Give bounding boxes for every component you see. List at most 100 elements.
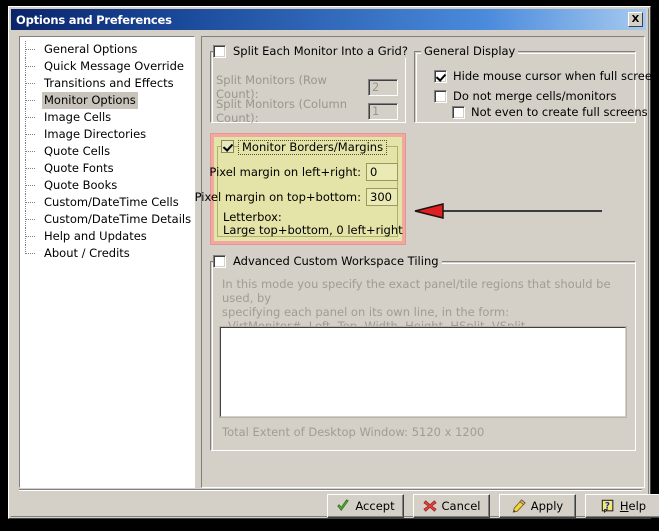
advanced-tiling-checkbox[interactable] [213,255,226,268]
sidebar-item-label: Monitor Options [42,92,138,109]
button-label: Apply [530,499,564,513]
sidebar-item-about-credits[interactable]: About / Credits [20,245,194,262]
advanced-tiling-checkbox-wrap[interactable] [213,255,226,269]
tree-connector-icon [25,194,38,211]
sidebar-item-label: About / Credits [44,246,130,260]
tree-connector-icon [25,75,38,92]
letterbox-note: Letterbox: Large top+bottom, 0 left+righ… [223,211,403,237]
hide-cursor-row[interactable]: Hide mouse cursor when full screen [434,69,659,83]
tiling-definition-textarea[interactable] [221,328,625,416]
sidebar-item-monitor-options[interactable]: Monitor Options [20,92,194,109]
general-display-group: General Display Hide mouse cursor when f… [414,45,659,123]
left-right-margin-label: Pixel margin on left+right: [209,165,361,179]
hide-cursor-checkbox[interactable] [434,69,447,83]
sidebar-item-quick-message-override[interactable]: Quick Message Override [20,58,194,75]
options-dialog: Options and Preferences X General Option… [8,6,659,519]
question-icon: ? [601,499,615,514]
x-icon [422,499,437,513]
help-button[interactable]: ? Help [585,494,659,518]
sidebar-item-quote-cells[interactable]: Quote Cells [20,143,194,160]
left-right-margin-row: Pixel margin on left+right: [209,163,398,181]
tree-connector-icon [25,126,38,143]
dialog-button-bar: Accept Cancel Apply? Help [327,494,659,518]
letterbox-note-line2: Large top+bottom, 0 left+right [223,223,403,237]
sidebar-item-label: Quote Fonts [44,161,114,175]
split-monitor-group: Split Each Monitor Into a Grid? Split Mo… [210,45,411,125]
tree-connector-icon [25,109,38,126]
window-title: Options and Preferences [16,12,172,27]
sidebar-item-general-options[interactable]: General Options [20,41,194,58]
total-extent-label: Total Extent of Desktop Window: 5120 x 1… [222,425,485,439]
column-count-label: Split Monitors (Column Count): [216,97,348,125]
button-label: Help [619,499,647,513]
top-bottom-margin-row: Pixel margin on top+bottom: [195,188,398,206]
tree-connector-icon [25,92,38,109]
help-line-1: In this mode you specify the exact panel… [222,277,611,305]
sidebar-item-label: Image Directories [44,127,147,141]
top-bottom-margin-input[interactable] [366,188,398,206]
monitor-borders-highlight: Monitor Borders/Margins Pixel margin on … [195,133,406,245]
sidebar-item-custom-datetime-cells[interactable]: Custom/DateTime Cells [20,194,194,211]
sidebar-item-quote-books[interactable]: Quote Books [20,177,194,194]
tree-connector-icon [25,143,38,160]
button-label: Cancel [441,499,481,513]
tree-connector-icon [25,160,38,177]
button-label: Accept [355,499,395,513]
tree-connector-icon [25,245,38,262]
sidebar-item-image-directories[interactable]: Image Directories [20,126,194,143]
not-even-row[interactable]: Not even to create full screens [452,105,648,119]
no-merge-label: Do not merge cells/monitors [453,89,617,103]
general-display-group-title: General Display [421,45,519,58]
no-merge-row[interactable]: Do not merge cells/monitors [434,89,617,103]
pencil-icon [512,499,526,513]
settings-tree[interactable]: General Options Quick Message Override Tra… [19,36,195,488]
not-even-label: Not even to create full screens [471,105,648,119]
settings-tree-list: General Options Quick Message Override Tra… [20,37,194,262]
column-count-input[interactable] [368,102,398,120]
sidebar-item-label: Custom/DateTime Details [44,212,192,226]
close-button[interactable]: X [628,12,643,27]
sidebar-item-image-cells[interactable]: Image Cells [20,109,194,126]
title-bar: Options and Preferences X [11,9,646,30]
sidebar-item-label: Custom/DateTime Cells [44,195,179,209]
apply-button[interactable]: Apply [499,494,576,518]
hide-cursor-label: Hide mouse cursor when full screen [453,69,659,83]
advanced-tiling-group: Advanced Custom Workspace Tiling In this… [210,255,636,451]
split-monitor-group-title: Split Each Monitor Into a Grid? [216,45,411,58]
split-monitor-checkbox[interactable] [213,45,226,58]
help-line-2: specifying each panel on its own line, i… [222,305,510,319]
svg-text:?: ? [605,502,610,512]
sidebar-item-help-and-updates[interactable]: Help and Updates [20,228,194,245]
tiling-definition-textarea-wrap[interactable] [220,327,626,417]
cancel-button[interactable]: Cancel [413,494,490,518]
sidebar-item-transitions-and-effects[interactable]: Transitions and Effects [20,75,194,92]
sidebar-item-label: Quote Cells [44,144,111,158]
sidebar-item-custom-datetime-details[interactable]: Custom/DateTime Details [20,211,194,228]
left-right-margin-input[interactable] [366,163,398,181]
no-merge-checkbox[interactable] [434,89,447,103]
top-bottom-margin-label: Pixel margin on top+bottom: [194,190,361,204]
sidebar-item-quote-fonts[interactable]: Quote Fonts [20,160,194,177]
sidebar-item-label: General Options [44,42,138,56]
check-icon [336,499,350,513]
tree-connector-icon [25,41,38,58]
tree-connector-icon [25,177,38,194]
tree-connector-icon [25,211,38,228]
split-monitor-checkbox-wrap[interactable] [213,45,226,59]
monitor-borders-group: Monitor Borders/Margins Pixel margin on … [195,137,403,241]
button-bar-separator [19,489,642,491]
tree-connector-icon [25,58,38,75]
settings-content-panel: Split Each Monitor Into a Grid? Split Mo… [195,36,659,488]
sidebar-item-label: Transitions and Effects [44,76,174,90]
sidebar-item-label: Quote Books [44,178,118,192]
sidebar-item-label: Image Cells [44,110,112,124]
sidebar-item-label: Help and Updates [44,229,147,243]
monitor-borders-checkbox[interactable] [221,140,234,153]
not-even-checkbox[interactable] [452,105,465,119]
row-count-input[interactable] [368,78,398,96]
sidebar-item-label: Quick Message Override [44,59,184,73]
tree-connector-icon [25,228,38,245]
advanced-tiling-group-title: Advanced Custom Workspace Tiling [216,255,442,268]
monitor-borders-group-title: Monitor Borders/Margins [238,140,388,155]
accept-button[interactable]: Accept [327,494,404,518]
